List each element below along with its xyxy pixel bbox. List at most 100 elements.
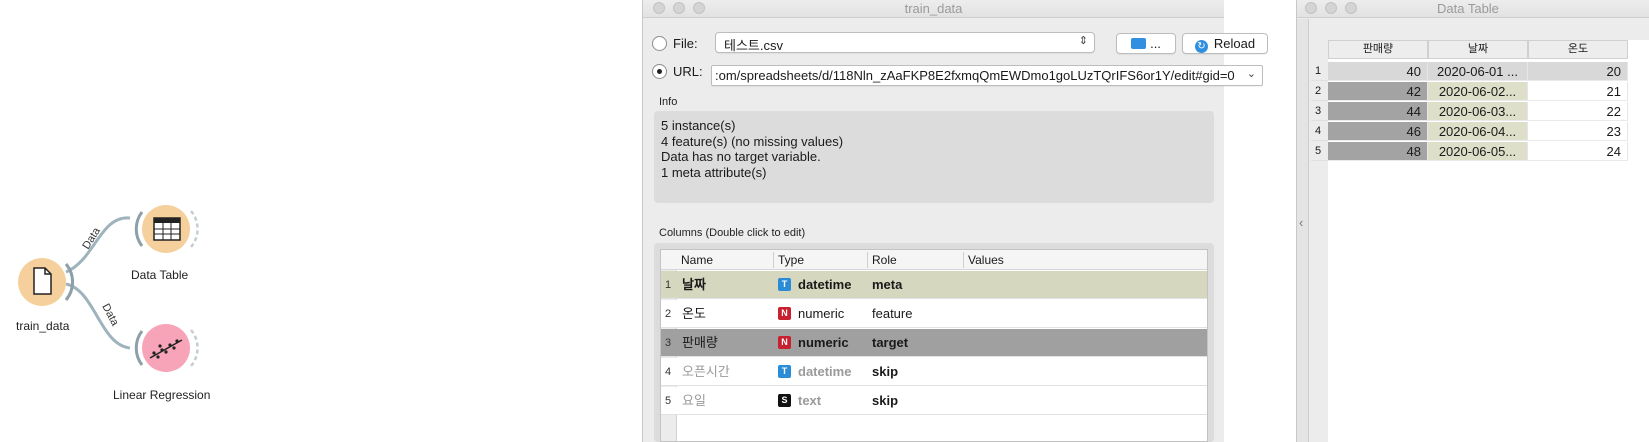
- file-label: File:: [673, 36, 698, 51]
- column-row[interactable]: 3 판매량 N numeric target: [661, 329, 1207, 357]
- column-row[interactable]: 4 오픈시간 T datetime skip: [661, 358, 1207, 386]
- cell-date[interactable]: 2020-06-04...: [1428, 122, 1528, 141]
- header-temp[interactable]: 온도: [1528, 40, 1628, 59]
- url-input[interactable]: :om/spreadsheets/d/118Nln_zAaFKP8E2fxmqQ…: [711, 65, 1263, 86]
- linear-regression-node[interactable]: [134, 324, 199, 372]
- row-number: 2: [665, 308, 672, 320]
- reload-icon: ↻: [1194, 40, 1208, 53]
- column-type[interactable]: text: [798, 393, 821, 409]
- cell-date[interactable]: 2020-06-01 ...: [1428, 62, 1528, 81]
- file-select[interactable]: 테스트.csv ⇕: [715, 32, 1095, 53]
- column-name: 오픈시간: [682, 364, 730, 379]
- column-type[interactable]: numeric: [798, 306, 844, 322]
- row-number: 3: [1311, 102, 1328, 121]
- zoom-window-button[interactable]: [1345, 2, 1357, 14]
- window-title: train_data: [904, 1, 963, 16]
- cell-temp[interactable]: 21: [1528, 82, 1628, 101]
- close-window-button[interactable]: [1305, 2, 1317, 14]
- folder-icon: [1131, 38, 1147, 49]
- info-line-meta: 1 meta attribute(s): [661, 164, 767, 180]
- cell-temp[interactable]: 23: [1528, 122, 1628, 141]
- window-title: Data Table: [1437, 1, 1499, 16]
- col-header-role[interactable]: Role: [872, 253, 897, 269]
- column-row[interactable]: 1 날짜 T datetime meta: [661, 271, 1207, 299]
- column-type[interactable]: numeric: [798, 335, 849, 351]
- workflow-links: Data Data: [18, 205, 199, 372]
- data-table-grid[interactable]: 판매량 날짜 온도 1 40 2020-06-01 ... 20 2 42 20…: [1311, 40, 1649, 442]
- data-table-node[interactable]: [134, 205, 199, 253]
- row-number: 3: [665, 337, 672, 349]
- column-name: 온도: [682, 306, 706, 321]
- column-name: 날짜: [682, 277, 706, 292]
- info-box: 5 instance(s) 4 feature(s) (no missing v…: [654, 111, 1214, 203]
- file-icon: [33, 267, 52, 295]
- column-role[interactable]: skip: [872, 393, 898, 409]
- data-table-window: Data Table ‹ 판매량 날짜 온도 1 40 2020-06-01 .…: [1296, 0, 1649, 442]
- cell-sales[interactable]: 44: [1328, 102, 1428, 121]
- info-line-features: 4 feature(s) (no missing values): [661, 133, 844, 149]
- minimize-window-button[interactable]: [1325, 2, 1337, 14]
- header-date[interactable]: 날짜: [1428, 40, 1528, 59]
- cell-temp[interactable]: 20: [1528, 62, 1628, 81]
- train-data-node[interactable]: [18, 258, 74, 306]
- column-role[interactable]: target: [872, 335, 908, 351]
- cell-date[interactable]: 2020-06-05...: [1428, 142, 1528, 161]
- url-input-value: :om/spreadsheets/d/118Nln_zAaFKP8E2fxmqQ…: [715, 68, 1235, 83]
- info-section-title: Info: [659, 96, 678, 108]
- column-row[interactable]: 2 온도 N numeric feature: [661, 300, 1207, 328]
- col-header-name[interactable]: Name: [681, 253, 713, 269]
- cell-temp[interactable]: 22: [1528, 102, 1628, 121]
- reload-label: Reload: [1213, 36, 1256, 51]
- cell-sales[interactable]: 42: [1328, 82, 1428, 101]
- column-type[interactable]: datetime: [798, 364, 851, 380]
- info-line-instances: 5 instance(s): [661, 118, 736, 133]
- file-select-value: 테스트.csv: [724, 38, 783, 53]
- datetime-type-icon: T: [778, 278, 791, 291]
- url-radio[interactable]: [652, 64, 667, 79]
- column-role[interactable]: meta: [872, 277, 902, 293]
- row-number: 5: [665, 395, 672, 407]
- url-label: URL:: [673, 64, 703, 79]
- columns-table-header: Name Type Role Values: [661, 250, 1207, 270]
- cell-sales[interactable]: 46: [1328, 122, 1428, 141]
- row-number: 2: [1311, 82, 1328, 101]
- col-header-values[interactable]: Values: [968, 253, 1004, 269]
- chevron-left-icon: ‹: [1299, 215, 1304, 230]
- columns-table[interactable]: Name Type Role Values 1 날짜 T datetime me…: [660, 249, 1208, 442]
- header-sales[interactable]: 판매량: [1328, 40, 1428, 59]
- col-header-type[interactable]: Type: [778, 253, 804, 269]
- file-widget-window: train_data File: 테스트.csv ⇕ ... ↻ Reload U…: [642, 0, 1268, 442]
- numeric-type-icon: N: [778, 307, 791, 320]
- cell-date[interactable]: 2020-06-02...: [1428, 82, 1528, 101]
- row-number: 1: [665, 279, 672, 291]
- controls-collapse-bar[interactable]: ‹: [1297, 19, 1309, 442]
- column-type[interactable]: datetime: [798, 277, 851, 293]
- file-radio[interactable]: [652, 36, 667, 51]
- column-row[interactable]: 5 요일 S text skip: [661, 387, 1207, 415]
- row-number: 5: [1311, 142, 1328, 161]
- column-role[interactable]: feature: [872, 306, 912, 322]
- browse-button[interactable]: ...: [1116, 33, 1176, 54]
- cell-temp[interactable]: 24: [1528, 142, 1628, 161]
- columns-box: Name Type Role Values 1 날짜 T datetime me…: [654, 243, 1214, 442]
- node-label-train-data: train_data: [16, 319, 70, 333]
- column-role[interactable]: skip: [872, 364, 898, 380]
- row-number: 4: [665, 366, 672, 378]
- cell-sales[interactable]: 40: [1328, 62, 1428, 81]
- row-number: 1: [1311, 62, 1328, 81]
- cell-date[interactable]: 2020-06-03...: [1428, 102, 1528, 121]
- cell-sales[interactable]: 48: [1328, 142, 1428, 161]
- browse-label: ...: [1150, 36, 1161, 51]
- data-table-titlebar[interactable]: Data Table: [1297, 0, 1649, 18]
- link-to-data-table[interactable]: [65, 216, 131, 274]
- updown-arrow-icon: ⇕: [1078, 35, 1088, 47]
- reload-button[interactable]: ↻ Reload: [1182, 33, 1268, 54]
- text-type-icon: S: [778, 394, 791, 407]
- node-label-linear-regression: Linear Regression: [113, 388, 211, 402]
- workflow-canvas[interactable]: Data Data train_data Data Table Linear R…: [0, 0, 640, 442]
- column-name: 판매량: [682, 335, 718, 350]
- link-to-linear-regression[interactable]: [65, 282, 131, 350]
- info-line-target: Data has no target variable.: [661, 149, 821, 164]
- file-window-titlebar[interactable]: train_data: [643, 0, 1224, 18]
- table-icon: [153, 217, 181, 241]
